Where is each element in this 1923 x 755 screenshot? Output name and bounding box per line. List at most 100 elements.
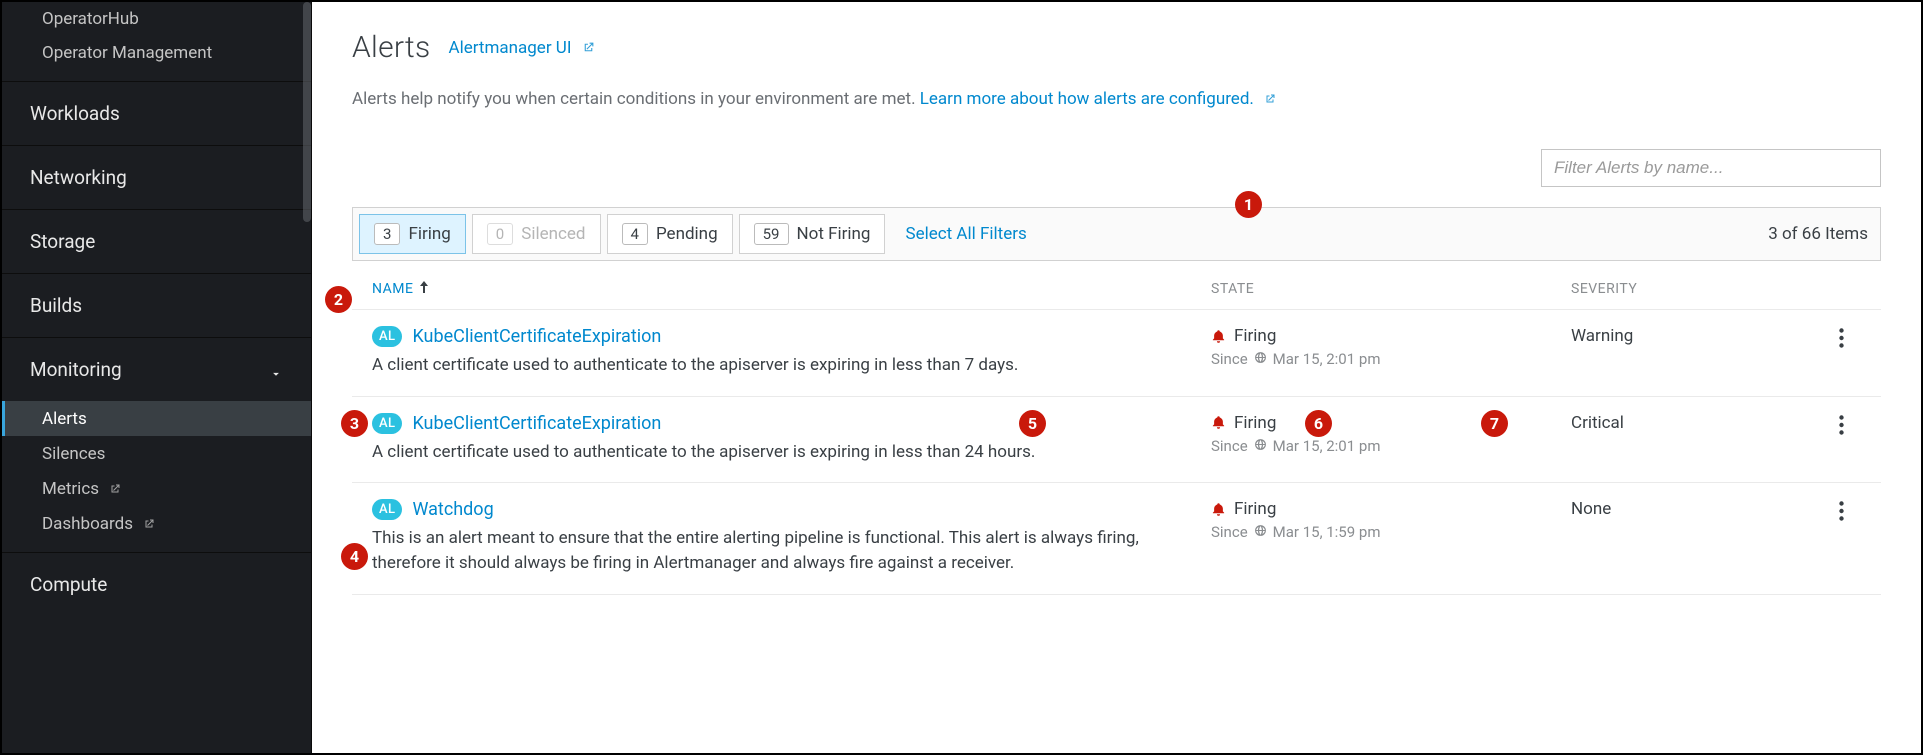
annotation-7: 7 (1481, 410, 1508, 437)
state-text: Firing (1234, 499, 1276, 519)
sidebar-item-label: Compute (30, 573, 107, 596)
annotation-4: 4 (341, 543, 368, 570)
sidebar-item-networking[interactable]: Networking (2, 146, 311, 209)
sidebar-item-label: Dashboards (42, 514, 133, 534)
globe-icon (1254, 437, 1267, 455)
bell-icon (1211, 329, 1226, 344)
sidebar-item-label: OperatorHub (42, 9, 139, 29)
sidebar-item-operatorhub[interactable]: OperatorHub (2, 2, 311, 36)
since-label: Since (1211, 523, 1248, 541)
filter-label: Firing (408, 224, 450, 244)
sidebar-item-compute[interactable]: Compute (2, 553, 311, 616)
state-text: Firing (1234, 413, 1276, 433)
sidebar-item-workloads[interactable]: Workloads (2, 82, 311, 145)
row-actions-kebab[interactable] (1811, 326, 1871, 348)
select-all-filters-link[interactable]: Select All Filters (905, 224, 1026, 244)
scrollbar-thumb[interactable] (303, 2, 311, 222)
bell-icon (1211, 415, 1226, 430)
sidebar-item-label: Storage (30, 230, 95, 253)
column-header-state[interactable]: STATE (1211, 281, 1571, 297)
sidebar-item-silences[interactable]: Silences (2, 436, 311, 471)
sidebar-item-storage[interactable]: Storage (2, 210, 311, 273)
table-row: AL Watchdog This is an alert meant to en… (352, 482, 1881, 594)
page-title: Alerts (352, 30, 431, 65)
annotation-3: 3 (341, 410, 368, 437)
annotation-2: 2 (325, 286, 352, 313)
filter-label: Not Firing (797, 224, 871, 244)
column-label: STATE (1211, 281, 1254, 297)
filter-bar: 3 Firing 0 Silenced 4 Pending 59 Not Fir… (352, 207, 1881, 261)
filter-chip-pending[interactable]: 4 Pending (607, 214, 733, 254)
filter-chip-not-firing[interactable]: 59 Not Firing (739, 214, 886, 254)
sidebar-item-label: Metrics (42, 479, 99, 499)
since-label: Since (1211, 437, 1248, 455)
sidebar-item-alerts[interactable]: Alerts (2, 401, 311, 436)
sidebar-item-label: Builds (30, 294, 82, 317)
link-text: Alertmanager UI (449, 38, 572, 58)
row-actions-kebab[interactable] (1811, 499, 1871, 521)
row-actions-kebab[interactable] (1811, 413, 1871, 435)
sidebar-item-dashboards[interactable]: Dashboards (2, 506, 311, 552)
column-label: SEVERITY (1571, 281, 1637, 297)
resource-badge: AL (372, 326, 402, 347)
sidebar-item-label: Operator Management (42, 43, 212, 63)
sidebar-item-monitoring[interactable]: Monitoring (2, 338, 311, 401)
annotation-6: 6 (1305, 410, 1332, 437)
state-text: Firing (1234, 326, 1276, 346)
table-header: NAME STATE SEVERITY (352, 261, 1881, 309)
sidebar-item-label: Monitoring (30, 358, 122, 381)
bell-icon (1211, 502, 1226, 517)
filter-count: 4 (622, 223, 648, 245)
column-header-name[interactable]: NAME (372, 281, 1211, 297)
filter-label: Pending (656, 224, 718, 244)
sidebar-item-label: Silences (42, 444, 105, 464)
filter-label: Silenced (521, 224, 585, 244)
severity-text: Critical (1571, 413, 1811, 433)
main-content: Alerts Alertmanager UI Alerts help notif… (312, 2, 1921, 753)
sidebar-item-builds[interactable]: Builds (2, 274, 311, 337)
sort-asc-icon (419, 281, 429, 297)
alert-description: This is an alert meant to ensure that th… (372, 526, 1181, 575)
globe-icon (1254, 350, 1267, 368)
alert-description: A client certificate used to authenticat… (372, 440, 1181, 465)
filter-input[interactable] (1541, 149, 1881, 187)
external-link-icon (1264, 89, 1276, 109)
column-label: NAME (372, 281, 413, 297)
alert-description: A client certificate used to authenticat… (372, 353, 1181, 378)
filter-count: 0 (487, 223, 513, 245)
external-link-icon (109, 479, 121, 499)
annotation-1: 1 (1235, 191, 1262, 218)
link-text: Learn more about how alerts are configur… (920, 89, 1254, 109)
globe-icon (1254, 523, 1267, 541)
help-text-prefix: Alerts help notify you when certain cond… (352, 89, 920, 109)
sidebar-item-label: Workloads (30, 102, 120, 125)
filter-chip-silenced[interactable]: 0 Silenced (472, 214, 601, 254)
filter-count: 3 (374, 223, 400, 245)
column-header-severity[interactable]: SEVERITY (1571, 281, 1811, 297)
since-time: Mar 15, 2:01 pm (1273, 350, 1381, 368)
table-row: AL KubeClientCertificateExpiration A cli… (352, 309, 1881, 396)
annotation-5: 5 (1019, 410, 1046, 437)
sidebar-item-metrics[interactable]: Metrics (2, 471, 311, 506)
filter-chip-firing[interactable]: 3 Firing (359, 214, 466, 254)
alert-name-link[interactable]: KubeClientCertificateExpiration (412, 326, 661, 347)
sidebar-item-label: Alerts (42, 409, 87, 429)
learn-more-link[interactable]: Learn more about how alerts are configur… (920, 89, 1276, 109)
since-label: Since (1211, 350, 1248, 368)
external-link-icon (143, 514, 155, 534)
sidebar-item-operator-management[interactable]: Operator Management (2, 36, 311, 81)
help-text: Alerts help notify you when certain cond… (352, 89, 1881, 109)
chevron-down-icon (269, 363, 283, 377)
severity-text: None (1571, 499, 1811, 519)
external-link-icon (582, 38, 595, 58)
alertmanager-ui-link[interactable]: Alertmanager UI (449, 38, 595, 58)
alert-name-link[interactable]: Watchdog (412, 499, 493, 520)
alert-name-link[interactable]: KubeClientCertificateExpiration (412, 413, 661, 434)
filter-count: 59 (754, 223, 789, 245)
resource-badge: AL (372, 499, 402, 520)
table-row: AL KubeClientCertificateExpiration A cli… (352, 396, 1881, 483)
resource-badge: AL (372, 413, 402, 434)
severity-text: Warning (1571, 326, 1811, 346)
since-time: Mar 15, 1:59 pm (1273, 523, 1381, 541)
since-time: Mar 15, 2:01 pm (1273, 437, 1381, 455)
